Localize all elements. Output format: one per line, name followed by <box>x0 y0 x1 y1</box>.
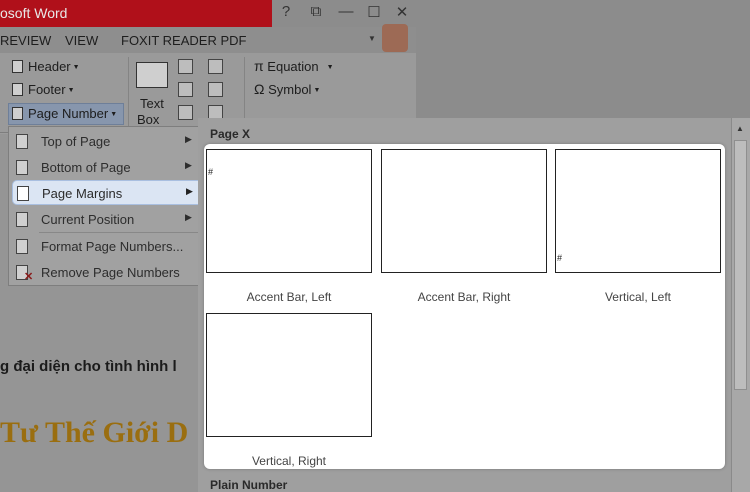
ribbon-display-options-button[interactable]: ⧉ <box>306 3 326 20</box>
text-box-label-line2: Box <box>137 112 160 127</box>
help-button[interactable]: ? <box>276 3 296 20</box>
chevron-down-icon: ▼ <box>326 64 334 71</box>
signature-line-icon[interactable] <box>208 59 223 74</box>
page-number-menu: Top of Page ▶ Bottom of Page ▶ Page Marg… <box>8 126 205 286</box>
chevron-down-icon: ▼ <box>67 87 75 94</box>
page-number-icon <box>12 107 23 120</box>
menu-item-label: Current Position <box>41 212 135 227</box>
ribbon-separator <box>128 57 129 127</box>
menu-item-label: Top of Page <box>41 134 111 149</box>
window-title: osoft Word <box>0 5 68 21</box>
page-x-gallery: # Accent Bar, Left Accent Bar, Right # V… <box>204 144 725 469</box>
header-icon <box>12 60 23 73</box>
gallery-caption: Vertical, Right <box>251 454 327 468</box>
maximize-button[interactable]: ☐ <box>364 3 384 21</box>
page-number-marker: # <box>208 167 214 177</box>
scrollbar-thumb[interactable] <box>734 140 747 390</box>
chevron-down-icon: ▼ <box>313 87 321 94</box>
bottom-of-page-icon <box>16 160 28 175</box>
footer-label: Footer <box>28 82 66 97</box>
chevron-down-icon: ▼ <box>72 64 80 71</box>
menu-divider <box>39 232 199 233</box>
title-accent: osoft Word <box>0 0 272 27</box>
ribbon-tabs: REVIEW VIEW FOXIT READER PDF <box>0 27 416 53</box>
gallery-caption: Vertical, Left <box>604 290 672 304</box>
chevron-right-icon: ▶ <box>185 212 192 222</box>
footer-icon <box>12 83 23 96</box>
chevron-right-icon: ▶ <box>185 134 192 144</box>
gallery-caption: Accent Bar, Right <box>417 290 511 304</box>
menu-item-format-page-numbers[interactable]: Format Page Numbers... <box>9 234 203 258</box>
text-box-label-line1: Text <box>140 96 164 111</box>
gallery-caption: Accent Bar, Left <box>246 290 332 304</box>
equation-button[interactable]: π Equation ▼ <box>254 58 334 74</box>
wordart-icon[interactable] <box>178 82 193 97</box>
drop-cap-icon[interactable] <box>178 105 193 120</box>
ribbon-separator <box>244 57 245 127</box>
gallery-item-accent-bar-left[interactable]: # <box>206 149 372 273</box>
header-button[interactable]: Header ▼ <box>12 59 80 74</box>
equation-label: Equation <box>267 59 319 74</box>
date-time-icon[interactable] <box>208 82 223 97</box>
chevron-right-icon: ▶ <box>186 186 193 196</box>
scroll-up-arrow-icon[interactable]: ▲ <box>736 124 744 133</box>
menu-item-bottom-of-page[interactable]: Bottom of Page ▶ <box>9 155 203 179</box>
page-number-label: Page Number <box>28 106 109 121</box>
chevron-down-icon: ▼ <box>110 111 118 118</box>
delete-icon: ✕ <box>24 271 34 283</box>
document-text-line: g đại diện cho tình hình l <box>0 358 177 375</box>
gallery-item-accent-bar-right[interactable] <box>381 149 547 273</box>
chevron-right-icon: ▶ <box>185 160 192 170</box>
page-number-marker: # <box>557 253 563 263</box>
account-dropdown-icon[interactable]: ▼ <box>368 34 376 43</box>
page-margins-icon <box>17 186 29 201</box>
gallery-item-vertical-left[interactable]: # <box>555 149 721 273</box>
omega-icon: Ω <box>254 81 265 97</box>
menu-item-top-of-page[interactable]: Top of Page ▶ <box>9 129 203 153</box>
format-page-numbers-icon <box>16 239 28 254</box>
document-heading: Tư Thế Giới D <box>0 416 189 449</box>
page-number-button[interactable]: Page Number ▼ <box>12 106 117 121</box>
menu-item-label: Page Margins <box>42 186 123 201</box>
symbol-label: Symbol <box>268 82 312 97</box>
symbol-button[interactable]: Ω Symbol ▼ <box>254 81 320 97</box>
gallery-next-section-title: Plain Number <box>210 478 288 492</box>
minimize-button[interactable]: — <box>336 3 356 20</box>
title-bar: osoft Word ? ⧉ — ☐ ✕ <box>0 0 416 27</box>
current-position-icon <box>16 212 28 227</box>
pi-icon: π <box>254 58 264 74</box>
gallery-item-vertical-right[interactable] <box>206 313 372 437</box>
tab-view[interactable]: VIEW <box>65 33 98 48</box>
top-of-page-icon <box>16 134 28 149</box>
close-button[interactable]: ✕ <box>392 3 412 21</box>
menu-item-label: Format Page Numbers... <box>41 239 184 254</box>
header-label: Header <box>28 59 71 74</box>
menu-item-remove-page-numbers[interactable]: ✕ Remove Page Numbers <box>9 260 203 284</box>
avatar[interactable] <box>382 24 408 52</box>
menu-item-label: Remove Page Numbers <box>41 265 180 280</box>
menu-item-page-margins[interactable]: Page Margins ▶ <box>12 180 205 205</box>
text-box-icon[interactable] <box>136 62 168 88</box>
tab-review[interactable]: REVIEW <box>0 33 51 48</box>
gallery-section-title: Page X <box>210 127 251 141</box>
menu-item-label: Bottom of Page <box>41 160 131 175</box>
quick-parts-icon[interactable] <box>178 59 193 74</box>
footer-button[interactable]: Footer ▼ <box>12 82 75 97</box>
menu-item-current-position[interactable]: Current Position ▶ <box>9 207 203 231</box>
tab-foxit-reader-pdf[interactable]: FOXIT READER PDF <box>121 33 246 48</box>
